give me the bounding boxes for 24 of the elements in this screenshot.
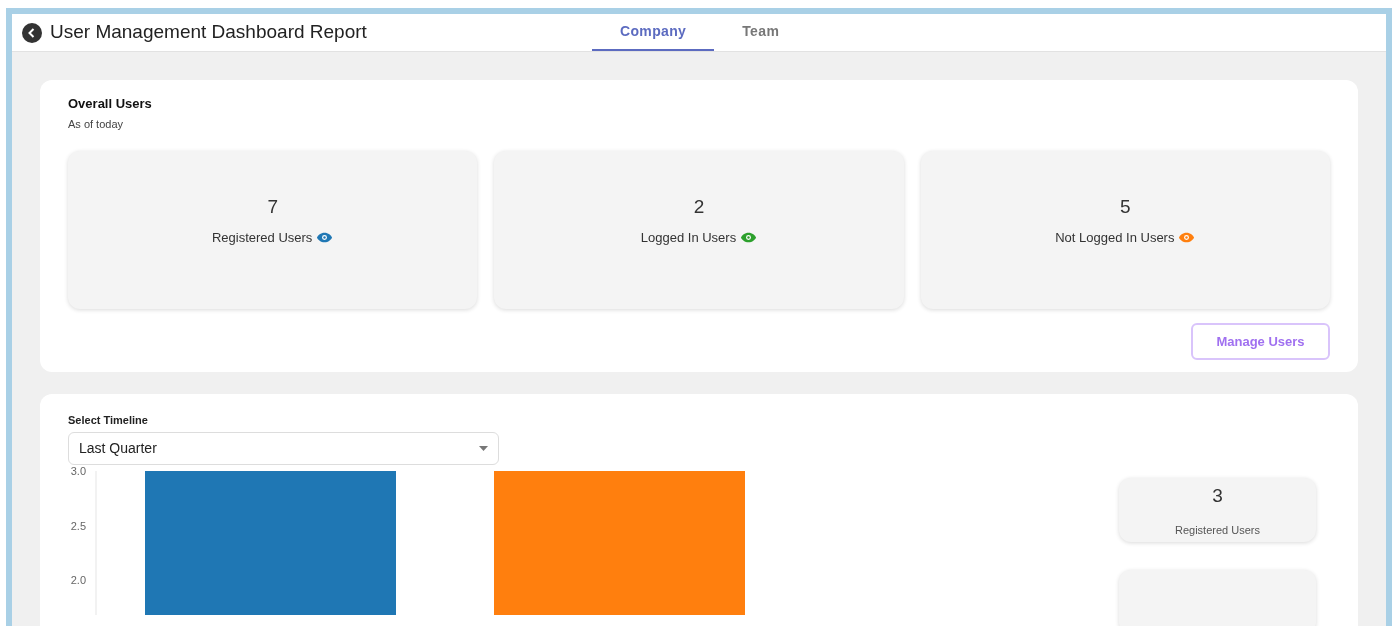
dropdown-caret-icon	[479, 445, 488, 451]
back-icon[interactable]	[22, 22, 42, 43]
stat-value: 5	[1120, 195, 1131, 219]
stat-label: Registered Users	[211, 228, 313, 247]
page-title: User Management Dashboard Report	[50, 20, 367, 45]
timeline-select[interactable]: Last Quarter	[68, 431, 499, 465]
eye-icon[interactable]	[316, 231, 334, 243]
stat-label: Not Logged In Users	[1055, 228, 1175, 247]
axis-tick-label: 3.0	[70, 464, 86, 477]
axis-tick-label: 2.5	[70, 519, 86, 531]
stat-value: 2	[693, 195, 705, 219]
field-label: Select Timeline	[68, 413, 149, 428]
axis-tick-label: 2.0	[70, 573, 86, 586]
stat-label: Registered Users	[1175, 523, 1260, 538]
tab[interactable]: Team	[714, 14, 808, 51]
eye-icon[interactable]	[740, 231, 758, 243]
section-subtitle: As of today	[68, 116, 125, 132]
eye-icon[interactable]	[1178, 231, 1196, 243]
section-title: Overall Users	[68, 95, 153, 113]
stat-label: Logged In Users	[640, 228, 737, 247]
tab[interactable]: Company	[592, 14, 715, 51]
manage-users-button[interactable]: Manage Users	[1191, 323, 1330, 360]
stat-value: 3	[1212, 483, 1223, 508]
stat-value: 7	[267, 195, 278, 219]
